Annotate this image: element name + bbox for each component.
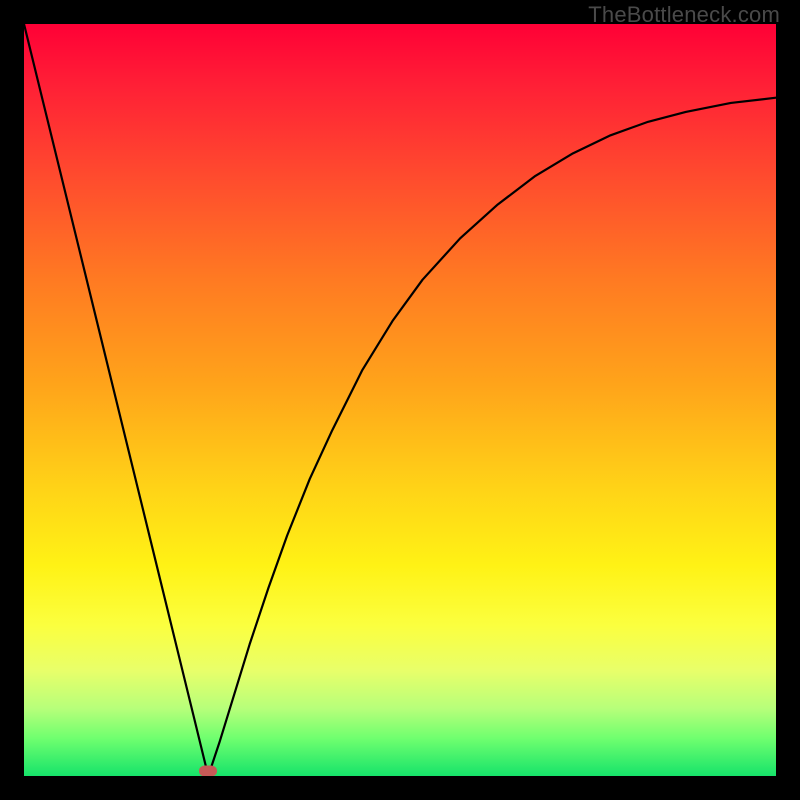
bottleneck-curve xyxy=(24,24,776,776)
minimum-marker xyxy=(199,766,217,777)
plot-area xyxy=(24,24,776,776)
curve-svg xyxy=(24,24,776,776)
chart-container: TheBottleneck.com xyxy=(0,0,800,800)
watermark-text: TheBottleneck.com xyxy=(588,2,780,28)
